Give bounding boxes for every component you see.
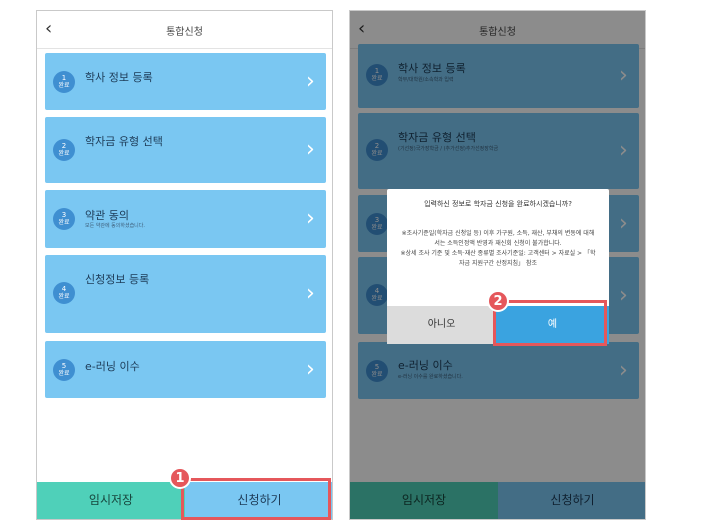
step-3-label: 약관 동의 [85, 209, 129, 222]
header-bar: ‹ 통합신청 [37, 11, 332, 49]
dialog-question: 입력하신 정보로 학자금 신청을 완료하시겠습니까? [424, 200, 572, 208]
chevron-right-icon: › [306, 281, 315, 306]
step-5-label: e-러닝 이수 [85, 360, 140, 373]
no-button[interactable]: 아니오 [387, 306, 496, 344]
step-1-badge: 1 완료 [53, 71, 75, 93]
dialog-note: ※조사기준일(학자금 신청일 등) 이후 가구원, 소득, 재산, 부채의 변동… [400, 230, 596, 267]
left-screen: ‹ 통합신청 1 완료 학사 정보 등록 › 2 완료 학자금 유형 선택 › 3완… [36, 10, 333, 520]
step-4-label: 신청정보 등록 [85, 273, 150, 286]
step-2-label: 학자금 유형 선택 [85, 135, 163, 148]
page-title: 통합신청 [166, 27, 203, 38]
callout-2-badge: 2 [487, 290, 509, 312]
step-1-label: 학사 정보 등록 [85, 71, 153, 84]
step-5-card[interactable]: 5 완료 e-러닝 이수 › [45, 341, 326, 398]
right-screen: ‹ 통합신청 1 완료 학사 정보 등록 학부/대학원/소속학과 입력 › 2 완료… [349, 10, 646, 520]
chevron-right-icon: › [306, 206, 315, 231]
chevron-right-icon: › [306, 137, 315, 162]
chevron-right-icon: › [306, 69, 315, 94]
step-2-badge: 2 완료 [53, 139, 75, 161]
chevron-right-icon: › [306, 357, 315, 382]
step-3-badge: 3 완료 [53, 208, 75, 230]
step-5-badge: 5 완료 [53, 359, 75, 381]
step-4-card[interactable]: 4 완료 신청정보 등록 › [45, 255, 326, 333]
step-3-sub: 모든 약관에 동의하셨습니다. [85, 223, 145, 229]
callout-1-badge: 1 [169, 467, 191, 489]
step-1-card[interactable]: 1 완료 학사 정보 등록 › [45, 53, 326, 110]
apply-highlight-box [181, 478, 331, 520]
yes-highlight-box [493, 300, 607, 346]
step-3-card[interactable]: 3 완료 약관 동의 모든 약관에 동의하셨습니다. › [45, 190, 326, 248]
step-2-card[interactable]: 2 완료 학자금 유형 선택 › [45, 117, 326, 183]
step-4-badge: 4 완료 [53, 282, 75, 304]
temp-save-button[interactable]: 임시저장 [37, 482, 185, 519]
